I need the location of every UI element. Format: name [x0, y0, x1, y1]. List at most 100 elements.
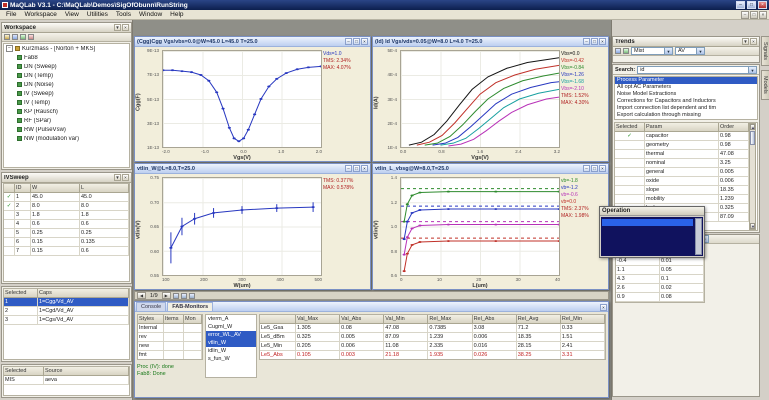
row-check-cell[interactable]	[615, 186, 645, 195]
column-header[interactable]: Caps	[38, 289, 129, 298]
row-check-cell[interactable]	[615, 195, 645, 204]
table-cell[interactable]: 8.0	[80, 202, 129, 211]
mdi-minimize-icon[interactable]: –	[741, 11, 749, 19]
window-restore-icon[interactable]: □	[591, 165, 598, 172]
table-cell[interactable]: 2	[15, 202, 31, 211]
column-header[interactable]: Styles	[138, 315, 164, 324]
table-cell[interactable]: 0.6	[80, 220, 129, 229]
monitor-list-item[interactable]: error_WL_AV	[206, 331, 256, 339]
row-check-cell[interactable]: ✓	[4, 202, 15, 211]
mdi-close-icon[interactable]: ×	[759, 11, 767, 19]
ivsweep-menu-icon[interactable]: ▼	[114, 174, 121, 181]
table-cell[interactable]: general	[645, 168, 719, 177]
table-cell[interactable]: rev	[138, 333, 164, 342]
row-check-cell[interactable]	[4, 211, 15, 220]
table-cell[interactable]: 1	[4, 298, 38, 307]
table-cell[interactable]: 0.15	[31, 238, 80, 247]
table-cell[interactable]: 6	[15, 238, 31, 247]
window-restore-icon[interactable]: □	[353, 165, 360, 172]
monitor-list-item[interactable]: Cugml_W	[206, 323, 256, 331]
monitor-list-item[interactable]: vtlin_W	[206, 339, 256, 347]
table-cell[interactable]: 18.35	[719, 186, 749, 195]
table-cell[interactable]: 0.006	[719, 177, 749, 186]
side-tab[interactable]: Models	[761, 70, 769, 100]
row-check-cell[interactable]	[4, 247, 15, 256]
chart-window-titlebar[interactable]: vtlin_W@L=8.0,T=25.0 – □ ×	[135, 164, 370, 174]
table-cell[interactable]: 47.08	[384, 324, 428, 333]
refresh-icon[interactable]	[28, 34, 34, 40]
table-cell[interactable]	[184, 342, 202, 351]
trend-mode-combo[interactable]: AV ▼	[675, 47, 705, 55]
search-option[interactable]: Export calculation through missing	[615, 112, 757, 119]
table-cell[interactable]: 0.25	[80, 229, 129, 238]
table-cell[interactable]: 3	[4, 316, 38, 325]
scroll-up-icon[interactable]: ▲	[750, 124, 755, 130]
column-header[interactable]: Param	[645, 123, 719, 132]
column-header[interactable]: Rel_Min	[561, 315, 605, 324]
close-button[interactable]: ×	[758, 1, 767, 9]
table-cell[interactable]: Internal	[138, 324, 164, 333]
column-header[interactable]: Rel_Max	[428, 315, 472, 324]
export-trend-icon[interactable]	[623, 48, 629, 54]
window-close-icon[interactable]: ×	[599, 165, 606, 172]
table-cell[interactable]: 38.25	[517, 351, 561, 360]
save-project-icon[interactable]	[20, 34, 26, 40]
table-cell[interactable]: 0.25	[31, 229, 80, 238]
table-cell[interactable]: 0.08	[660, 293, 704, 302]
table-cell[interactable]: 0.006	[340, 342, 384, 351]
table-cell[interactable]: fmt	[138, 351, 164, 360]
table-cell[interactable]: MIS	[4, 376, 44, 385]
search-option[interactable]: Corrections for Capacitors and Inductors	[615, 98, 757, 105]
table-cell[interactable]: 3.31	[561, 351, 605, 360]
table-cell[interactable]: 0.15	[31, 247, 80, 256]
window-restore-icon[interactable]: □	[591, 38, 598, 45]
menu-item[interactable]: Tools	[112, 11, 135, 18]
table-cell[interactable]	[184, 351, 202, 360]
table-cell[interactable]: 0.05	[660, 266, 704, 275]
table-cell[interactable]: 0.026	[473, 351, 517, 360]
table-cell[interactable]: 45.0	[80, 193, 129, 202]
table-cell[interactable]: 0.9	[616, 293, 660, 302]
table-cell[interactable]: 3.08	[473, 324, 517, 333]
table-cell[interactable]: 0.003	[340, 351, 384, 360]
table-cell[interactable]: 0.98	[719, 132, 749, 141]
table-cell[interactable]: 0.98	[719, 141, 749, 150]
row-check-cell[interactable]	[4, 238, 15, 247]
table-cell[interactable]: 1=Cgs/Vd_AV	[38, 316, 129, 325]
table-cell[interactable]: 21.18	[384, 351, 428, 360]
table-cell[interactable]: 7	[15, 247, 31, 256]
tree-item[interactable]: RW (PulseVsw)	[4, 125, 129, 134]
chart-window-titlebar[interactable]: vtlin_L_vbsg@W=8.0,T=25.0 – □ ×	[373, 164, 608, 174]
console-tab[interactable]: FAB-Monitors	[167, 302, 213, 311]
row-check-cell[interactable]	[615, 150, 645, 159]
table-cell[interactable]: 0.006	[473, 333, 517, 342]
table-cell[interactable]: 1.239	[719, 195, 749, 204]
menu-item[interactable]: Workspace	[20, 11, 60, 18]
table-cell[interactable]: 1.51	[561, 333, 605, 342]
tree-item[interactable]: DN (Temp)	[4, 71, 129, 80]
menu-item[interactable]: Utilities	[83, 11, 112, 18]
table-cell[interactable]	[164, 342, 184, 351]
row-check-cell[interactable]	[615, 141, 645, 150]
table-cell[interactable]: 0.205	[296, 342, 340, 351]
table-cell[interactable]: 4	[15, 220, 31, 229]
column-header[interactable]: Selected	[4, 289, 38, 298]
column-header[interactable]: Source	[44, 367, 129, 376]
table-cell[interactable]: 2.335	[428, 342, 472, 351]
column-header[interactable]: Val_Max	[296, 315, 340, 324]
table-cell[interactable]: 0.005	[340, 333, 384, 342]
window-restore-icon[interactable]: □	[353, 38, 360, 45]
table-cell[interactable]: 71.2	[517, 324, 561, 333]
tree-item[interactable]: IV (Temp)	[4, 98, 129, 107]
table-cell[interactable]: -0.4	[616, 257, 660, 266]
tree-item[interactable]: IV (Sweep)	[4, 89, 129, 98]
table-cell[interactable]	[184, 333, 202, 342]
column-header[interactable]	[4, 184, 15, 193]
column-header[interactable]: Mon	[184, 315, 202, 324]
side-tab[interactable]: Signals	[761, 36, 769, 66]
row-check-cell[interactable]: ✓	[615, 132, 645, 141]
params-scrollbar[interactable]: ▲ ▼	[749, 123, 756, 230]
table-cell[interactable]: nominal	[645, 159, 719, 168]
window-minimize-icon[interactable]: –	[583, 165, 590, 172]
table-cell[interactable]: 0.016	[473, 342, 517, 351]
